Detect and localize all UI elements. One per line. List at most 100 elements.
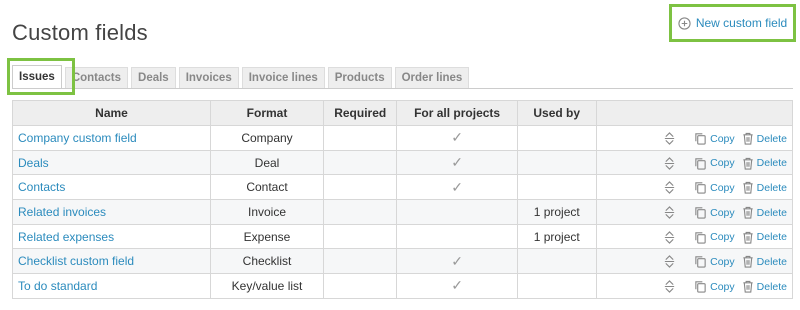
delete-label: Delete	[756, 255, 787, 268]
delete-button[interactable]: Delete	[742, 231, 787, 244]
used-by-cell: 1 project	[516, 223, 597, 250]
check-icon: ✓	[451, 129, 463, 146]
delete-label: Delete	[756, 132, 787, 145]
format-cell: Key/value list	[209, 273, 325, 299]
delete-button[interactable]: Delete	[742, 280, 787, 293]
check-icon: ✓	[451, 277, 463, 294]
trash-icon	[742, 132, 757, 145]
copy-button[interactable]: Copy	[694, 157, 735, 170]
copy-icon	[694, 280, 710, 293]
delete-label: Delete	[756, 181, 787, 194]
name-cell: Related invoices	[12, 199, 211, 225]
tab-bar-divider	[12, 88, 793, 89]
table-row: Checklist custom field Checklist ✓ Copy Dele…	[12, 248, 794, 275]
custom-fields-table: Name Format Required For all projects Us…	[12, 100, 794, 299]
new-custom-field-button[interactable]: New custom field	[678, 16, 787, 30]
all-projects-cell: ✓	[396, 248, 518, 275]
copy-icon	[694, 255, 710, 269]
delete-button[interactable]: Delete	[742, 255, 787, 269]
trash-icon	[742, 157, 757, 170]
delete-button[interactable]: Delete	[742, 132, 787, 145]
actions-cell: Copy Delete	[595, 248, 794, 275]
all-projects-cell	[396, 223, 518, 250]
sort-handle-icon[interactable]	[663, 280, 679, 293]
required-cell	[323, 223, 398, 250]
delete-button[interactable]: Delete	[742, 206, 787, 219]
field-name-link[interactable]: Contacts	[18, 180, 65, 194]
tab-invoice-lines[interactable]: Invoice lines	[241, 67, 325, 88]
required-cell	[323, 199, 398, 225]
tab-order-lines[interactable]: Order lines	[394, 67, 470, 88]
required-cell	[323, 273, 398, 299]
trash-icon	[742, 206, 757, 219]
copy-label: Copy	[710, 157, 735, 170]
sort-handle-icon[interactable]	[663, 206, 679, 219]
tab-issues[interactable]: Issues	[12, 65, 62, 88]
used-by-cell	[516, 248, 597, 275]
table-row: Company custom field Company ✓ Copy Delete	[12, 125, 794, 151]
copy-button[interactable]: Copy	[694, 231, 735, 244]
tab-contacts[interactable]: Contacts	[64, 67, 129, 88]
column-header-format: Format	[209, 100, 325, 126]
tab-invoices[interactable]: Invoices	[178, 67, 239, 88]
check-icon: ✓	[451, 154, 463, 171]
copy-button[interactable]: Copy	[694, 255, 735, 269]
table-row: Contacts Contact ✓ Copy Delete	[12, 174, 794, 201]
delete-label: Delete	[756, 280, 787, 293]
trash-icon	[742, 231, 757, 244]
actions-cell: Copy Delete	[595, 223, 794, 250]
new-custom-field-highlight: New custom field	[669, 4, 796, 42]
column-header-actions	[595, 100, 794, 126]
check-icon: ✓	[451, 178, 463, 195]
check-icon: ✓	[451, 252, 463, 269]
sort-handle-icon[interactable]	[663, 255, 679, 269]
field-name-link[interactable]: Related expenses	[18, 230, 114, 244]
actions-cell: Copy Delete	[595, 199, 794, 225]
copy-label: Copy	[710, 280, 735, 293]
copy-label: Copy	[710, 206, 735, 219]
copy-button[interactable]: Copy	[694, 132, 735, 145]
tab-products[interactable]: Products	[327, 67, 392, 88]
sort-handle-icon[interactable]	[663, 132, 679, 145]
sort-handle-icon[interactable]	[663, 156, 679, 170]
field-name-link[interactable]: Deals	[18, 156, 49, 170]
copy-icon	[694, 231, 710, 244]
field-name-link[interactable]: Company custom field	[18, 131, 137, 145]
sort-handle-icon[interactable]	[663, 181, 679, 195]
field-name-link[interactable]: Checklist custom field	[18, 254, 134, 268]
tab-deals[interactable]: Deals	[131, 67, 176, 88]
trash-icon	[742, 280, 757, 293]
format-cell: Expense	[209, 223, 325, 250]
copy-button[interactable]: Copy	[694, 280, 735, 293]
field-name-link[interactable]: To do standard	[18, 279, 97, 293]
table-header-row: Name Format Required For all projects Us…	[12, 100, 794, 126]
actions-cell: Copy Delete	[595, 125, 794, 151]
copy-label: Copy	[710, 181, 735, 194]
format-cell: Checklist	[209, 248, 325, 275]
copy-button[interactable]: Copy	[694, 181, 735, 195]
format-cell: Company	[209, 125, 325, 151]
field-name-link[interactable]: Related invoices	[18, 205, 106, 219]
delete-button[interactable]: Delete	[742, 181, 787, 195]
all-projects-cell: ✓	[396, 149, 518, 176]
table-row: Deals Deal ✓ Copy Delete	[12, 149, 794, 176]
copy-button[interactable]: Copy	[694, 206, 735, 219]
trash-icon	[742, 181, 757, 195]
sort-handle-icon[interactable]	[663, 230, 679, 244]
trash-icon	[742, 255, 757, 269]
actions-cell: Copy Delete	[595, 273, 794, 299]
actions-cell: Copy Delete	[595, 149, 794, 176]
delete-label: Delete	[756, 206, 787, 219]
used-by-cell	[516, 273, 597, 299]
used-by-cell	[516, 149, 597, 176]
delete-label: Delete	[756, 157, 787, 170]
plus-circle-icon	[678, 16, 691, 30]
new-custom-field-label: New custom field	[695, 16, 788, 30]
delete-button[interactable]: Delete	[742, 157, 787, 170]
copy-icon	[694, 181, 710, 195]
all-projects-cell: ✓	[396, 174, 518, 201]
delete-label: Delete	[756, 231, 787, 244]
copy-label: Copy	[710, 132, 735, 145]
required-cell	[323, 149, 398, 176]
table-row: Related invoices Invoice 1 project Copy Dele…	[12, 199, 794, 225]
